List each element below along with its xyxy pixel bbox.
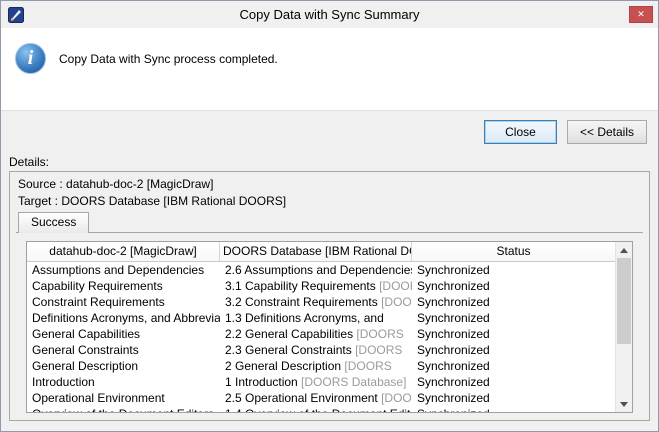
cell-target-suffix: [DOORS [353,327,404,341]
cell-source: General Description [27,358,220,374]
cell-source: General Constraints [27,342,220,358]
scroll-up-icon [620,248,628,253]
column-header-source[interactable]: datahub-doc-2 [MagicDraw] [27,242,220,262]
tab-success[interactable]: Success [18,212,89,233]
table-row[interactable]: General Description2 General Description… [27,358,615,374]
column-header-status[interactable]: Status [412,242,615,262]
cell-source: Operational Environment [27,390,220,406]
cell-status: Synchronized [412,262,615,278]
table-row[interactable]: Definitions Acronyms, and Abbreviat...1.… [27,310,615,326]
scroll-down-icon [620,402,628,407]
sync-results-table: datahub-doc-2 [MagicDraw] DOORS Database… [26,241,633,413]
titlebar[interactable]: Copy Data with Sync Summary ✕ [1,1,658,28]
tab-strip: Success [16,212,643,233]
cell-source: Capability Requirements [27,278,220,294]
cell-source: Definitions Acronyms, and Abbreviat... [27,310,220,326]
cell-target-suffix: [DOORS Database] [298,375,407,389]
cell-target-suffix: [DOORS [376,279,412,293]
cell-target-suffix: [DOORS [378,391,412,405]
cell-source: Assumptions and Dependencies [27,262,220,278]
button-row: Close << Details [1,111,658,149]
table-row[interactable]: Capability Requirements3.1 Capability Re… [27,278,615,294]
cell-source: General Capabilities [27,326,220,342]
source-line: Source : datahub-doc-2 [MagicDraw] [16,176,643,193]
cell-status: Synchronized [412,358,615,374]
details-panel: Source : datahub-doc-2 [MagicDraw] Targe… [9,171,650,421]
message-panel: i Copy Data with Sync process completed. [1,28,658,111]
column-header-target[interactable]: DOORS Database [IBM Rational DOO... [220,242,412,262]
table-row[interactable]: Overview of the Document Editors1.4 Over… [27,406,615,412]
table-row[interactable]: Constraint Requirements3.2 Constraint Re… [27,294,615,310]
details-toggle-button[interactable]: << Details [567,120,647,144]
window-title: Copy Data with Sync Summary [1,7,658,22]
cell-status: Synchronized [412,406,615,412]
cell-target-suffix: [DOORS [378,295,412,309]
cell-target: 1 Introduction [DOORS Database] [220,374,412,390]
dialog-window: Copy Data with Sync Summary ✕ i Copy Dat… [0,0,659,432]
table-row[interactable]: Assumptions and Dependencies2.6 Assumpti… [27,262,615,278]
cell-status: Synchronized [412,278,615,294]
close-button[interactable]: Close [484,120,557,144]
message-text: Copy Data with Sync process completed. [59,43,278,66]
details-label: Details: [1,149,658,171]
table-rows: Assumptions and Dependencies2.6 Assumpti… [27,262,615,412]
cell-target: 2.3 General Constraints [DOORS [220,342,412,358]
scrollbar-track[interactable] [616,258,632,396]
scroll-up-button[interactable] [616,242,632,258]
close-icon: ✕ [637,9,645,20]
window-close-button[interactable]: ✕ [629,6,653,23]
cell-target: 3.2 Constraint Requirements [DOORS [220,294,412,310]
info-icon-glyph: i [28,47,34,70]
cell-status: Synchronized [412,294,615,310]
cell-source: Introduction [27,374,220,390]
table-row[interactable]: Operational Environment2.5 Operational E… [27,390,615,406]
cell-target: 2.6 Assumptions and Dependencies [220,262,412,278]
cell-status: Synchronized [412,374,615,390]
cell-target: 3.1 Capability Requirements [DOORS [220,278,412,294]
cell-status: Synchronized [412,310,615,326]
target-line: Target : DOORS Database [IBM Rational DO… [16,193,643,210]
cell-status: Synchronized [412,342,615,358]
info-icon: i [15,43,46,74]
tab-pane: datahub-doc-2 [MagicDraw] DOORS Database… [16,233,643,413]
cell-target-suffix: [DOORS [352,343,403,357]
table-row[interactable]: Introduction1 Introduction [DOORS Databa… [27,374,615,390]
table-main: datahub-doc-2 [MagicDraw] DOORS Database… [27,242,615,412]
cell-target: 2.5 Operational Environment [DOORS [220,390,412,406]
table-row[interactable]: General Capabilities2.2 General Capabili… [27,326,615,342]
cell-source: Overview of the Document Editors [27,406,220,412]
cell-status: Synchronized [412,390,615,406]
cell-target-suffix: [DOORS [341,359,392,373]
scrollbar-thumb[interactable] [617,258,631,344]
vertical-scrollbar[interactable] [615,242,632,412]
cell-target: 1.4 Overview of the Document Editors [220,406,412,412]
cell-status: Synchronized [412,326,615,342]
cell-target: 2.2 General Capabilities [DOORS [220,326,412,342]
scroll-down-button[interactable] [616,396,632,412]
table-row[interactable]: General Constraints2.3 General Constrain… [27,342,615,358]
table-header: datahub-doc-2 [MagicDraw] DOORS Database… [27,242,615,262]
app-icon [8,7,24,23]
cell-source: Constraint Requirements [27,294,220,310]
cell-target: 2 General Description [DOORS [220,358,412,374]
cell-target: 1.3 Definitions Acronyms, and [220,310,412,326]
